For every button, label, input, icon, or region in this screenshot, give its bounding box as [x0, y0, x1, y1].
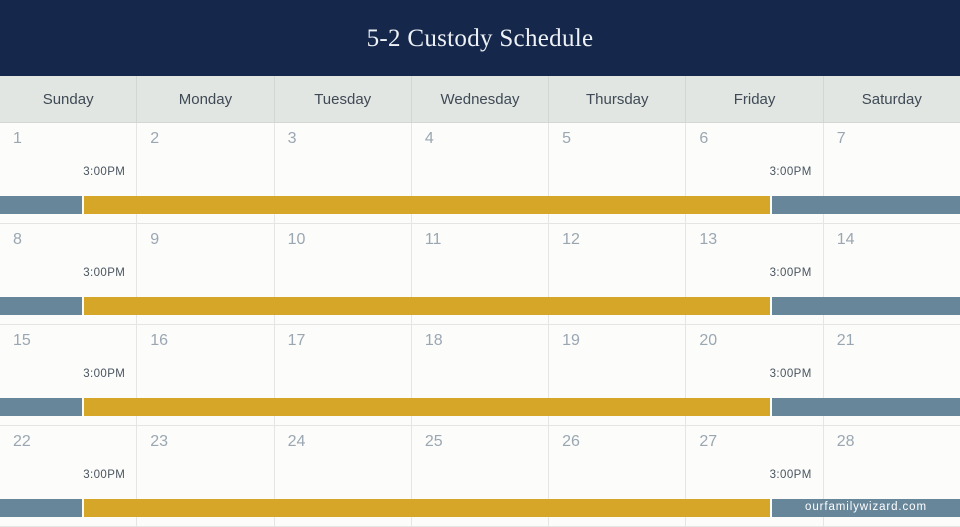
exchange-time-label: 3:00PM: [83, 166, 126, 178]
weekday-header-monday: Monday: [137, 76, 275, 122]
day-number: 17: [287, 332, 306, 349]
custody-bar-parent-a[interactable]: [772, 297, 960, 315]
custody-bar-parent-b[interactable]: [84, 196, 770, 214]
day-number: 12: [562, 231, 580, 248]
day-number: 11: [424, 231, 442, 248]
weekday-label: Monday: [178, 90, 233, 108]
custody-bar-parent-a[interactable]: [772, 196, 960, 214]
custody-bar-parent-a[interactable]: [772, 398, 960, 416]
day-number: 27: [699, 433, 718, 450]
custody-bar-parent-a[interactable]: [0, 398, 82, 416]
exchange-time-label: 3:00PM: [83, 267, 126, 279]
day-number: 20: [699, 332, 718, 349]
day-number: 23: [150, 433, 169, 450]
weekday-label: Saturday: [861, 90, 922, 108]
exchange-time-label: 3:00PM: [769, 469, 812, 481]
exchange-time-label: 3:00PM: [83, 469, 126, 481]
day-number: 18: [424, 332, 443, 349]
watermark-text: ourfamilywizard.com: [805, 501, 927, 514]
custody-bar-parent-b[interactable]: [84, 297, 770, 315]
weekday-label: Thursday: [586, 90, 649, 108]
day-number: 14: [836, 231, 855, 248]
day-number: 28: [836, 433, 855, 450]
weekday-header-thursday: Thursday: [549, 76, 687, 122]
weekday-header-row: Sunday Monday Tuesday Wednesday Thursday Frid…: [0, 76, 960, 123]
day-number: 22: [13, 433, 31, 450]
weekday-header-sunday: Sunday: [0, 76, 138, 122]
day-number: 1: [13, 130, 22, 147]
exchange-time-label: 3:00PM: [83, 368, 126, 380]
day-number: 15: [13, 332, 31, 349]
custody-bar-parent-a[interactable]: [0, 499, 82, 517]
day-number: 2: [150, 130, 160, 147]
weeks-area: 1 3:00PM 2 3 4 5 6 3:00PM 7 8 3:00PM 9 10 11 12 13 3:00P…: [0, 123, 960, 527]
custody-bar-parent-b[interactable]: [84, 398, 770, 416]
day-number: 3: [287, 130, 297, 147]
custody-bar-layer: [0, 196, 960, 214]
custody-bar-parent-b[interactable]: [84, 499, 770, 517]
weekday-label: Tuesday: [314, 90, 372, 108]
custody-bar-layer: [0, 297, 960, 315]
day-number: 16: [150, 332, 169, 349]
day-number: 7: [836, 130, 846, 147]
weekday-label: Wednesday: [440, 90, 520, 108]
day-number: 8: [13, 231, 22, 248]
weekday-label: Friday: [733, 90, 776, 108]
day-number: 25: [424, 433, 443, 450]
exchange-time-label: 3:00PM: [769, 166, 812, 178]
weekday-header-saturday: Saturday: [824, 76, 960, 122]
day-number: 21: [836, 332, 855, 349]
day-number: 19: [562, 332, 580, 349]
day-number: 24: [287, 433, 306, 450]
exchange-time-label: 3:00PM: [769, 267, 812, 279]
day-number: 26: [562, 433, 580, 450]
page-title: 5-2 Custody Schedule: [366, 24, 594, 52]
custody-calendar: 5-2 Custody Schedule Sunday Monday Tuesday…: [0, 0, 960, 527]
day-number: 6: [699, 130, 709, 147]
weekday-label: Sunday: [42, 90, 94, 108]
custody-bar-parent-a[interactable]: ourfamilywizard.com: [772, 499, 960, 517]
week-row: 1 3:00PM 2 3 4 5 6 3:00PM 7: [0, 123, 960, 224]
weekday-header-wednesday: Wednesday: [412, 76, 550, 122]
day-number: 10: [287, 231, 306, 248]
weekday-header-friday: Friday: [686, 76, 824, 122]
custody-bar-parent-a[interactable]: [0, 196, 82, 214]
day-number: 4: [424, 130, 434, 147]
custody-bar-parent-a[interactable]: [0, 297, 82, 315]
week-row: 8 3:00PM 9 10 11 12 13 3:00PM 14: [0, 224, 960, 325]
week-row: 22 3:00PM 23 24 25 26 27 3:00PM 28 ourfamilywizar…: [0, 426, 960, 527]
week-row: 15 3:00PM 16 17 18 19 20 3:00PM 21: [0, 325, 960, 426]
day-number: 9: [150, 231, 160, 248]
calendar-title-bar: 5-2 Custody Schedule: [0, 0, 960, 76]
day-number: 13: [699, 231, 718, 248]
custody-bar-layer: ourfamilywizard.com: [0, 499, 960, 517]
custody-bar-layer: [0, 398, 960, 416]
day-number: 5: [562, 130, 572, 147]
weekday-header-tuesday: Tuesday: [275, 76, 412, 122]
exchange-time-label: 3:00PM: [769, 368, 812, 380]
